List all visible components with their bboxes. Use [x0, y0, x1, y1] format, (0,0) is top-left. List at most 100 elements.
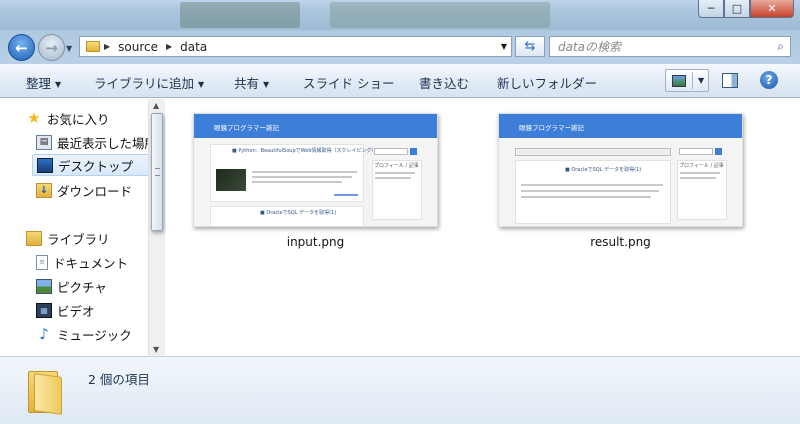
window-controls: ─ □ ✕	[698, 0, 794, 20]
search-icon[interactable]: ⌕	[777, 39, 784, 54]
breadcrumb-data[interactable]: data	[180, 40, 207, 54]
address-bar[interactable]: ▶ source ▶ data ▼	[79, 36, 512, 57]
navigation-pane: ★ お気に入り ▤ 最近表示した場所 デスクトップ ↓ ダウンロード ライブラリ…	[0, 99, 165, 356]
title-bar: ─ □ ✕	[0, 0, 800, 30]
nav-label: お気に入り	[47, 111, 110, 127]
search-placeholder: dataの検索	[558, 40, 622, 54]
thumb-sidebar	[372, 160, 422, 220]
nav-label: デスクトップ	[58, 158, 134, 174]
new-folder-button[interactable]: 新しいフォルダー	[497, 73, 597, 92]
thumb-post-title: ■ Python：BeautifulSoupでWeb情報取得（スクレイピング）	[232, 148, 377, 154]
folder-icon	[86, 41, 100, 52]
divider	[692, 72, 693, 89]
help-icon: ?	[765, 73, 773, 87]
thumb-text-line	[521, 196, 651, 198]
add-to-library-label: ライブラリに追加	[94, 76, 195, 91]
help-button[interactable]: ?	[760, 71, 778, 89]
thumb-text-line	[521, 184, 663, 186]
maximize-button[interactable]: □	[724, 0, 750, 18]
nav-label: ダウンロード	[57, 183, 133, 199]
file-name[interactable]: input.png	[193, 235, 438, 249]
download-folder-icon: ↓	[36, 182, 52, 198]
forward-button[interactable]: →	[38, 34, 65, 61]
video-icon: ▦	[36, 302, 52, 318]
organize-label: 整理	[26, 76, 52, 91]
thumb-sidebar-title: プロフィール / 記事	[679, 163, 724, 169]
document-icon: ≡	[36, 254, 48, 270]
search-input[interactable]: dataの検索 ⌕	[549, 36, 791, 57]
grip-icon	[155, 168, 160, 176]
nav-desktop[interactable]: デスクトップ	[32, 154, 150, 176]
refresh-button[interactable]: ⇆	[515, 36, 545, 57]
file-thumbnail[interactable]: 眼鏡プログラマー雑記 ■ OracleでSQL データを取得(1) プロフィール…	[498, 113, 743, 227]
refresh-icon: ⇆	[524, 39, 536, 54]
share-label: 共有	[234, 76, 260, 91]
scroll-thumb[interactable]	[151, 113, 163, 231]
nav-label: ミュージック	[57, 327, 132, 343]
breadcrumb-source[interactable]: source	[118, 40, 158, 54]
slideshow-button[interactable]: スライド ショー	[303, 73, 394, 92]
title-blur	[180, 2, 300, 28]
thumb-search-button	[715, 148, 722, 155]
preview-pane-button[interactable]	[722, 73, 738, 88]
address-dropdown-icon[interactable]: ▼	[501, 42, 507, 51]
nav-label: ビデオ	[57, 303, 95, 319]
recent-places-icon: ▤	[36, 134, 52, 150]
command-bar: 整理 ▼ ライブラリに追加 ▼ 共有 ▼ スライド ショー 書き込む 新しいフォルダー…	[0, 64, 800, 98]
thumb-search-box	[374, 148, 408, 155]
chevron-right-icon[interactable]: ▶	[104, 42, 110, 51]
arrow-right-icon: →	[45, 38, 58, 57]
view-icon	[672, 74, 686, 87]
music-note-icon: ♪	[39, 325, 49, 343]
thumb-header: 眼鏡プログラマー雑記	[499, 114, 742, 138]
thumb-link-line	[334, 194, 358, 196]
scroll-up-icon[interactable]: ▲	[153, 101, 159, 110]
chevron-right-icon[interactable]: ▶	[166, 42, 172, 51]
picture-icon	[36, 278, 52, 294]
nav-label: ドキュメント	[53, 255, 129, 271]
thumb-post-title: ■ OracleでSQL データを取得(1)	[260, 210, 337, 216]
share-button[interactable]: 共有 ▼	[234, 73, 269, 92]
nav-scrollbar[interactable]: ▲ ▼	[148, 99, 165, 356]
change-view-button[interactable]: ▼	[665, 69, 709, 92]
thumb-text-line	[252, 176, 352, 178]
thumb-search-field	[515, 148, 671, 156]
star-icon: ★	[27, 109, 41, 127]
organize-button[interactable]: 整理 ▼	[26, 73, 61, 92]
scroll-down-icon[interactable]: ▼	[153, 345, 159, 354]
minimize-button[interactable]: ─	[698, 0, 724, 18]
thumb-image	[216, 169, 246, 191]
nav-label: ピクチャ	[57, 279, 107, 295]
thumb-search-box	[679, 148, 713, 155]
back-button[interactable]: ←	[8, 34, 35, 61]
thumb-text-line	[252, 181, 342, 183]
desktop-icon	[37, 157, 53, 173]
file-name[interactable]: result.png	[498, 235, 743, 249]
chevron-down-icon: ▼	[198, 80, 205, 89]
thumb-text-line	[375, 172, 415, 174]
recent-pages-dropdown[interactable]: ▼	[66, 44, 72, 53]
nav-label: ライブラリ	[47, 231, 110, 247]
burn-button[interactable]: 書き込む	[419, 73, 469, 92]
thumb-text-line	[521, 190, 659, 192]
chevron-down-icon[interactable]: ▼	[698, 76, 704, 85]
thumb-header: 眼鏡プログラマー雑記	[194, 114, 437, 138]
thumb-sidebar	[677, 160, 727, 220]
file-view: 眼鏡プログラマー雑記 ■ Python：BeautifulSoupでWeb情報取…	[166, 99, 800, 356]
file-thumbnail[interactable]: 眼鏡プログラマー雑記 ■ Python：BeautifulSoupでWeb情報取…	[193, 113, 438, 227]
thumb-text-line	[680, 172, 720, 174]
close-button[interactable]: ✕	[750, 0, 794, 18]
thumb-search-button	[410, 148, 417, 155]
thumb-text-line	[375, 177, 411, 179]
folder-icon	[28, 367, 62, 415]
details-pane: 2 個の項目	[0, 356, 800, 424]
title-blur	[330, 2, 550, 28]
thumb-post-title: ■ OracleでSQL データを取得(1)	[565, 167, 642, 173]
chevron-down-icon: ▼	[263, 80, 270, 89]
thumb-text-line	[680, 177, 716, 179]
add-to-library-button[interactable]: ライブラリに追加 ▼	[94, 73, 204, 92]
chevron-down-icon: ▼	[55, 80, 62, 89]
thumb-text-line	[252, 171, 357, 173]
nav-label: 最近表示した場所	[57, 135, 158, 151]
item-count: 2 個の項目	[88, 372, 150, 387]
